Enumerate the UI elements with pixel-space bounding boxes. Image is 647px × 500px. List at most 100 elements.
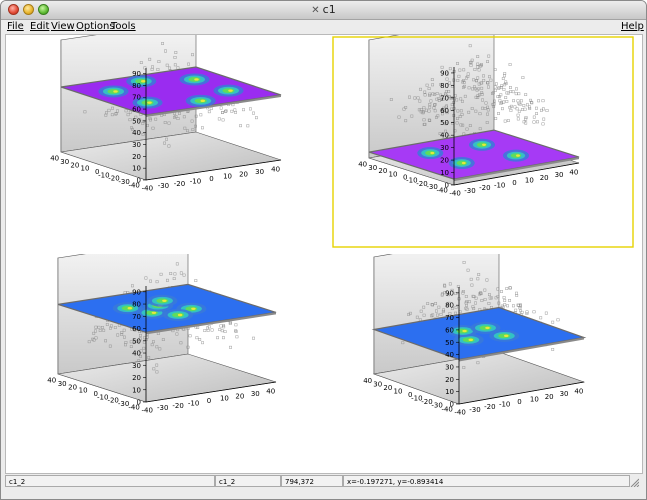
z-tick-label: 50 — [132, 117, 141, 125]
lego-plot-4[interactable]: 908070605040302010040 30 20 10 0-10-20-30-40… — [324, 254, 642, 473]
menu-tools[interactable]: Tools — [111, 20, 136, 34]
pad-top-right[interactable]: 90 80 70 60 50 40 30 20 10 0 40 30 20 10 0 -10 -20 -30 -40… — [324, 35, 642, 254]
y-tick-label: 40 — [363, 377, 372, 385]
menu-bar: File Edit View Options Tools Help — [1, 20, 646, 34]
x-tick-label: 20 — [239, 170, 248, 178]
lego-plot-2[interactable]: 908070605040302010040 30 20 10 0-10-20-30-40… — [324, 35, 642, 254]
x-tick-label: -40 — [142, 185, 153, 193]
pad-top-left[interactable]: 90 80 70 60 50 40 30 20 10 0 40 30 20 10 0 -10 -20 -30 -40… — [6, 35, 324, 254]
x-tick-label: 20 — [540, 174, 549, 182]
x-tick-label: -10 — [494, 182, 505, 190]
menu-file[interactable]: File — [7, 20, 24, 34]
x-tick-label: 40 — [574, 388, 583, 396]
window-title: ✕ c1 — [1, 3, 646, 16]
z-tick-label: 30 — [445, 363, 454, 371]
y-tick-label: -40 — [128, 181, 139, 189]
y-tick-label: 30 — [368, 164, 377, 172]
y-tick-label: 20 — [70, 161, 79, 169]
z-tick-label: 10 — [440, 169, 449, 177]
x-tick-label: -40 — [454, 408, 465, 416]
z-tick-label: 90 — [132, 288, 141, 296]
z-tick-label: 70 — [132, 313, 141, 321]
pad-bottom-right[interactable]: 90 80 70 60 50 40 30 20 10 0 40 30 20 10 0 -10 -20 -30 -40… — [324, 254, 642, 473]
z-tick-label: 90 — [445, 289, 454, 297]
lego-plot-1[interactable]: 908070605040302010040 30 20 10 0-10-20-30-40… — [6, 35, 324, 254]
z-tick-label: 20 — [440, 157, 449, 165]
menu-options[interactable]: Options — [76, 20, 115, 34]
x-tick-label: -40 — [142, 407, 153, 415]
z-tick-label: 10 — [132, 386, 141, 394]
z-tick-label: 70 — [440, 94, 449, 102]
z-tick-label: 10 — [445, 388, 454, 396]
z-tick-label: 20 — [132, 374, 141, 382]
z-tick-label: 20 — [132, 153, 141, 161]
z-tick-label: 80 — [440, 82, 449, 90]
x-tick-label: 10 — [223, 173, 232, 181]
z-tick-label: 50 — [445, 339, 454, 347]
y-tick-label: 10 — [79, 387, 88, 395]
z-tick-label: 90 — [132, 70, 141, 78]
y-tick-label: 10 — [393, 387, 402, 395]
z-tick-label: 40 — [445, 351, 454, 359]
status-bar: c1_2 c1_2 794,372 x=-0.197271, y=-0.8934… — [5, 475, 641, 489]
z-tick-label: 30 — [132, 141, 141, 149]
x-tick-label: 30 — [555, 171, 564, 179]
title-bar: ✕ c1 — [1, 1, 646, 20]
z-tick-label: 50 — [132, 337, 141, 345]
x-tick-label: -10 — [499, 401, 510, 409]
x-tick-label: -20 — [174, 180, 185, 188]
z-tick-label: 10 — [132, 165, 141, 173]
y-tick-label: 20 — [68, 383, 77, 391]
z-tick-label: 90 — [440, 69, 449, 77]
x-tick-label: 20 — [545, 393, 554, 401]
y-tick-label: 20 — [383, 384, 392, 392]
x-tick-label: 40 — [569, 169, 578, 177]
menu-edit[interactable]: Edit — [30, 20, 49, 34]
x-tick-label: 0 — [517, 398, 521, 406]
x-tick-label: 40 — [266, 388, 275, 396]
window-title-text: c1 — [322, 3, 336, 16]
resize-grip-icon[interactable] — [629, 477, 639, 487]
x-tick-label: -30 — [157, 404, 168, 412]
x-tick-label: -20 — [172, 402, 183, 410]
x-tick-label: 10 — [220, 395, 229, 403]
z-tick-label: 70 — [445, 314, 454, 322]
x-tick-label: -20 — [484, 403, 495, 411]
status-pad-name: c1_2 — [215, 475, 281, 487]
y-tick-label: 30 — [60, 158, 69, 166]
status-object-name: c1_2 — [5, 475, 215, 487]
z-tick-label: 20 — [445, 376, 454, 384]
x-tick-label: -30 — [464, 187, 475, 195]
root-canvas[interactable]: 90 80 70 60 50 40 30 20 10 0 40 30 20 10 0 -10 -20 -30 -40… — [5, 34, 643, 474]
y-tick-label: -40 — [436, 186, 447, 194]
x-tick-label: 0 — [207, 397, 211, 405]
z-tick-label: 80 — [132, 301, 141, 309]
pad-bottom-left[interactable]: 90 80 70 60 50 40 30 20 10 0 40 30 20 10 0 -10 -20 -30 -40… — [6, 254, 324, 473]
z-tick-label: 60 — [132, 325, 141, 333]
menu-view[interactable]: View — [51, 20, 75, 34]
x-tick-label: 30 — [251, 390, 260, 398]
y-tick-label: 40 — [358, 161, 367, 169]
x-tick-label: -10 — [190, 177, 201, 185]
y-tick-label: 10 — [388, 170, 397, 178]
y-tick-label: 30 — [373, 380, 382, 388]
z-tick-label: 40 — [440, 132, 449, 140]
z-tick-label: 30 — [132, 362, 141, 370]
x-tick-label: 20 — [235, 392, 244, 400]
root-window: ✕ c1 File Edit View Options Tools Help 90… — [0, 0, 647, 500]
menu-help[interactable]: Help — [621, 20, 644, 34]
y-tick-label: 40 — [47, 377, 56, 385]
status-pixel-coords: 794,372 — [281, 475, 343, 487]
x11-icon: ✕ — [311, 5, 320, 16]
y-tick-label: 40 — [50, 155, 59, 163]
x-tick-label: 40 — [271, 166, 280, 174]
x-tick-label: -20 — [479, 184, 490, 192]
x-tick-label: -30 — [469, 406, 480, 414]
lego-plot-3[interactable]: 908070605040302010040 30 20 10 0 -10 -20 -30 -40… — [6, 254, 324, 473]
z-tick-label: 40 — [132, 350, 141, 358]
x-tick-label: -40 — [449, 189, 460, 197]
y-tick-label: 20 — [378, 167, 387, 175]
y-tick-label: 30 — [58, 380, 67, 388]
z-tick-label: 60 — [132, 106, 141, 114]
z-tick-label: 30 — [440, 144, 449, 152]
